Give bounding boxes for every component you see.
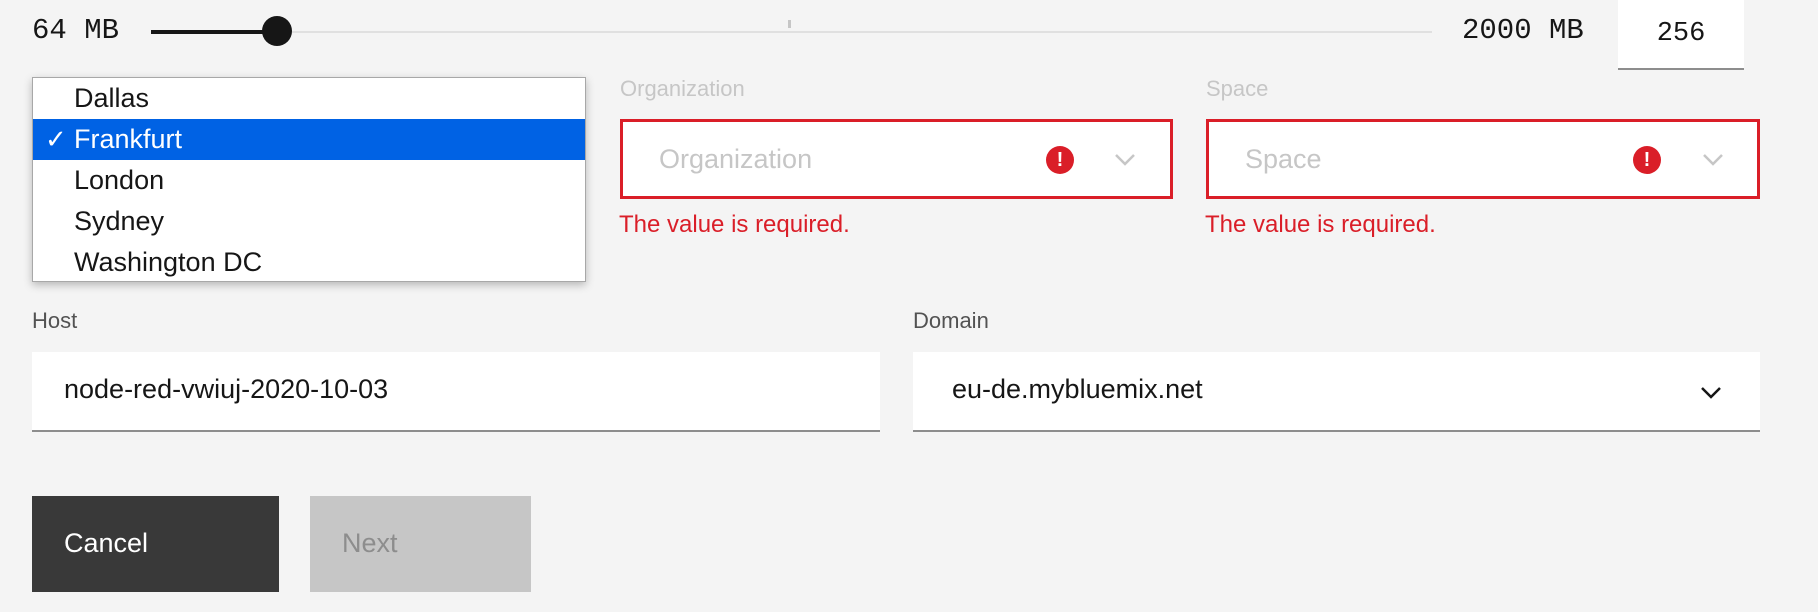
memory-value-input[interactable] <box>1618 0 1744 70</box>
option-label: London <box>74 165 165 195</box>
memory-slider-track[interactable] <box>151 31 1432 33</box>
region-option-washington-dc[interactable]: Washington DC <box>33 242 585 283</box>
region-dropdown-menu: Dallas ✓ Frankfurt London Sydney Washing… <box>32 77 586 282</box>
space-select[interactable]: Space ! <box>1206 119 1760 199</box>
organization-select[interactable]: Organization ! <box>620 119 1173 199</box>
cancel-button[interactable]: Cancel <box>32 496 279 592</box>
region-option-london[interactable]: London <box>33 160 585 201</box>
region-option-sydney[interactable]: Sydney <box>33 201 585 242</box>
error-icon: ! <box>1046 146 1074 174</box>
space-placeholder: Space <box>1245 144 1322 174</box>
chevron-down-icon <box>1115 154 1135 166</box>
domain-select[interactable]: eu-de.mybluemix.net <box>913 352 1760 432</box>
option-label: Frankfurt <box>74 124 183 154</box>
host-label: Host <box>32 308 78 333</box>
slider-max-label: 2000 MB <box>1462 14 1584 47</box>
option-label: Sydney <box>74 206 165 236</box>
memory-slider-thumb[interactable] <box>262 16 292 46</box>
region-option-dallas[interactable]: Dallas <box>33 78 585 119</box>
organization-error-text: The value is required. <box>619 211 850 238</box>
space-error-text: The value is required. <box>1205 211 1436 238</box>
domain-label: Domain <box>913 308 989 333</box>
domain-value: eu-de.mybluemix.net <box>952 374 1203 404</box>
region-option-frankfurt[interactable]: ✓ Frankfurt <box>33 119 585 160</box>
chevron-down-icon <box>1703 154 1723 166</box>
checkmark-icon: ✓ <box>45 124 67 154</box>
next-button[interactable]: Next <box>310 496 531 592</box>
cancel-button-label: Cancel <box>64 528 149 558</box>
chevron-down-icon <box>1701 387 1721 399</box>
next-button-label: Next <box>342 528 398 558</box>
option-label: Dallas <box>74 83 150 113</box>
space-label: Space <box>1206 76 1269 101</box>
slider-mid-tick <box>788 20 791 28</box>
memory-slider-fill <box>151 30 277 34</box>
host-input[interactable]: node-red-vwiuj-2020-10-03 <box>32 352 880 432</box>
option-label: Washington DC <box>74 247 263 277</box>
error-icon: ! <box>1633 146 1661 174</box>
organization-placeholder: Organization <box>659 144 813 174</box>
organization-label: Organization <box>620 76 745 101</box>
host-value: node-red-vwiuj-2020-10-03 <box>64 374 389 404</box>
slider-min-label: 64 MB <box>32 14 120 47</box>
